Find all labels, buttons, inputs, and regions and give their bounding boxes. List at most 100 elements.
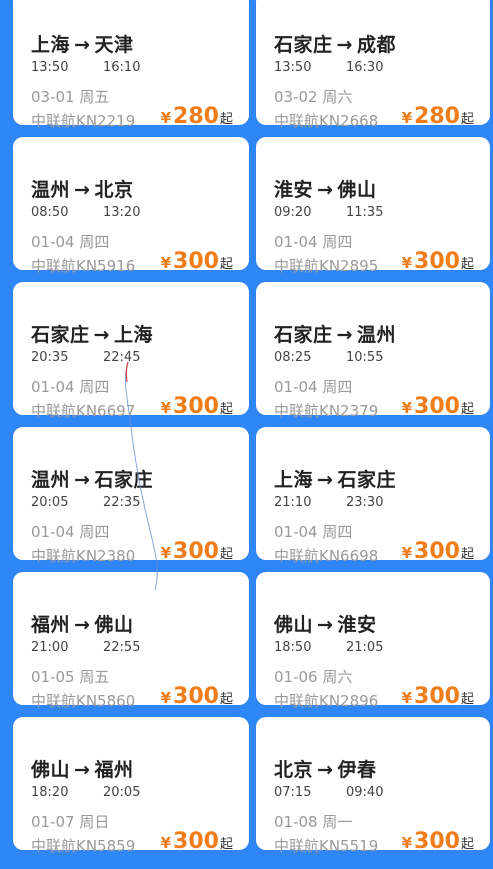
price: ¥300起 [402, 539, 474, 564]
arrival-time: 21:05 [346, 640, 384, 655]
arrow-icon: → [74, 469, 91, 491]
price: ¥280起 [402, 104, 474, 129]
times: 07:15 09:40 [274, 785, 383, 800]
price-value: 300 [173, 539, 219, 564]
destination-city: 成都 [356, 34, 396, 56]
flight-date: 01-06 周六 [274, 668, 353, 686]
flight-date: 01-04 周四 [31, 233, 110, 251]
price-suffix: 起 [219, 257, 233, 272]
times: 13:50 16:30 [274, 60, 383, 75]
flight-card-grid: 上海 → 天津 13:50 16:10 03-01 周五 中联航KN2219 ¥280起 石家… [13, 0, 491, 855]
route: 佛山 → 福州 [31, 755, 133, 782]
times: 09:20 11:35 [274, 205, 383, 220]
flight-card[interactable]: 佛山 → 福州 18:20 20:05 01-07 周日 中联航KN5859 ¥300起 [13, 717, 249, 855]
price-suffix: 起 [460, 402, 474, 417]
flight-card[interactable]: 石家庄 → 温州 08:25 10:55 01-04 周四 中联航KN2379 ¥300起 [256, 282, 490, 420]
flight-number: 中联航KN2668 [274, 112, 379, 130]
times: 21:10 23:30 [274, 495, 383, 510]
flight-number: 中联航KN2379 [274, 402, 379, 420]
price-suffix: 起 [460, 257, 474, 272]
origin-city: 上海 [31, 34, 71, 56]
arrow-icon: → [93, 324, 110, 346]
flight-number: 中联航KN2380 [31, 547, 136, 565]
price: ¥300起 [402, 684, 474, 709]
origin-city: 石家庄 [274, 324, 333, 346]
currency-symbol: ¥ [160, 109, 172, 127]
price-value: 300 [173, 394, 219, 419]
price: ¥300起 [402, 829, 474, 854]
flight-card[interactable]: 淮安 → 佛山 09:20 11:35 01-04 周四 中联航KN2895 ¥300起 [256, 137, 490, 275]
arrival-time: 23:30 [346, 495, 384, 510]
flight-number: 中联航KN5859 [31, 837, 136, 855]
flight-card[interactable]: 石家庄 → 上海 20:35 22:45 01-04 周四 中联航KN6697 ¥300起 [13, 282, 249, 420]
currency-symbol: ¥ [401, 254, 413, 272]
origin-city: 石家庄 [274, 34, 333, 56]
price-value: 300 [414, 394, 460, 419]
times: 18:20 20:05 [31, 785, 140, 800]
arrow-icon: → [317, 759, 334, 781]
flight-card[interactable]: 温州 → 北京 08:50 13:20 01-04 周四 中联航KN5916 ¥300起 [13, 137, 249, 275]
departure-time: 20:35 [31, 350, 69, 365]
arrival-time: 11:35 [346, 205, 384, 220]
price-value: 300 [173, 829, 219, 854]
flight-number: 中联航KN2896 [274, 692, 379, 710]
route: 淮安 → 佛山 [274, 175, 376, 202]
flight-card[interactable]: 北京 → 伊春 07:15 09:40 01-08 周一 中联航KN5519 ¥300起 [256, 717, 490, 855]
departure-time: 21:10 [274, 495, 312, 510]
arrow-icon: → [74, 179, 91, 201]
route: 石家庄 → 上海 [31, 320, 153, 347]
flight-card[interactable]: 佛山 → 淮安 18:50 21:05 01-06 周六 中联航KN2896 ¥300起 [256, 572, 490, 710]
destination-city: 佛山 [94, 614, 134, 636]
destination-city: 天津 [94, 34, 134, 56]
arrival-time: 16:10 [103, 60, 141, 75]
route: 佛山 → 淮安 [274, 610, 376, 637]
flight-card[interactable]: 上海 → 天津 13:50 16:10 03-01 周五 中联航KN2219 ¥280起 [13, 0, 249, 130]
price-value: 300 [414, 539, 460, 564]
flight-number: 中联航KN5519 [274, 837, 379, 855]
arrow-icon: → [317, 469, 334, 491]
flight-date: 01-05 周五 [31, 668, 110, 686]
destination-city: 石家庄 [94, 469, 153, 491]
currency-symbol: ¥ [160, 544, 172, 562]
flight-card[interactable]: 上海 → 石家庄 21:10 23:30 01-04 周四 中联航KN6698 ¥300起 [256, 427, 490, 565]
departure-time: 07:15 [274, 785, 312, 800]
departure-time: 13:50 [31, 60, 69, 75]
currency-symbol: ¥ [160, 689, 172, 707]
price-value: 300 [414, 249, 460, 274]
destination-city: 温州 [356, 324, 396, 346]
departure-time: 08:25 [274, 350, 312, 365]
destination-city: 伊春 [337, 759, 377, 781]
origin-city: 淮安 [274, 179, 314, 201]
times: 20:05 22:35 [31, 495, 140, 510]
currency-symbol: ¥ [160, 399, 172, 417]
arrow-icon: → [336, 324, 353, 346]
price-suffix: 起 [219, 112, 233, 127]
arrow-icon: → [74, 759, 91, 781]
departure-time: 18:20 [31, 785, 69, 800]
times: 08:50 13:20 [31, 205, 140, 220]
arrow-icon: → [74, 34, 91, 56]
price: ¥300起 [161, 829, 233, 854]
flight-card[interactable]: 石家庄 → 成都 13:50 16:30 03-02 周六 中联航KN2668 ¥280起 [256, 0, 490, 130]
currency-symbol: ¥ [160, 254, 172, 272]
currency-symbol: ¥ [401, 834, 413, 852]
destination-city: 福州 [94, 759, 134, 781]
flight-date: 03-01 周五 [31, 88, 110, 106]
price: ¥300起 [161, 539, 233, 564]
route: 温州 → 北京 [31, 175, 133, 202]
flight-card[interactable]: 温州 → 石家庄 20:05 22:35 01-04 周四 中联航KN2380 ¥300起 [13, 427, 249, 565]
currency-symbol: ¥ [401, 689, 413, 707]
flight-date: 03-02 周六 [274, 88, 353, 106]
flight-number: 中联航KN5916 [31, 257, 136, 275]
price-suffix: 起 [219, 692, 233, 707]
price-value: 280 [173, 104, 219, 129]
flight-card[interactable]: 福州 → 佛山 21:00 22:55 01-05 周五 中联航KN5860 ¥300起 [13, 572, 249, 710]
price: ¥280起 [161, 104, 233, 129]
flight-date: 01-04 周四 [31, 523, 110, 541]
price: ¥300起 [161, 394, 233, 419]
arrival-time: 22:35 [103, 495, 141, 510]
flight-date: 01-04 周四 [274, 523, 353, 541]
flight-date: 01-04 周四 [274, 378, 353, 396]
arrival-time: 13:20 [103, 205, 141, 220]
departure-time: 20:05 [31, 495, 69, 510]
